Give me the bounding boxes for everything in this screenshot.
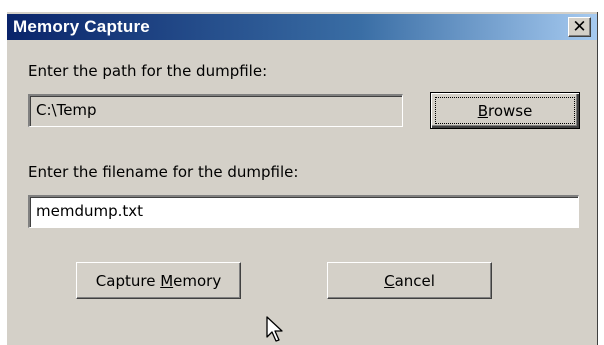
top-page-strip (0, 0, 604, 12)
memory-capture-dialog: Memory Capture ✕ Enter the path for the … (6, 12, 598, 345)
close-icon: ✕ (572, 17, 587, 37)
cancel-button-label: Cancel (384, 271, 435, 290)
mouse-pointer-icon (266, 316, 283, 342)
capture-memory-button-label: Capture Memory (95, 271, 222, 290)
path-field: C:\Temp (28, 94, 403, 127)
filename-label: Enter the filename for the dumpfile: (28, 163, 299, 181)
path-label: Enter the path for the dumpfile: (28, 62, 268, 80)
capture-memory-button[interactable]: Capture Memory (76, 262, 241, 299)
cancel-button[interactable]: Cancel (327, 262, 492, 299)
browse-button-label: Browse (477, 101, 533, 120)
title-bar: Memory Capture ✕ (7, 14, 597, 40)
close-button[interactable]: ✕ (568, 17, 591, 37)
filename-input[interactable]: memdump.txt (28, 195, 579, 228)
browse-button[interactable]: Browse (430, 92, 580, 129)
window-title: Memory Capture (13, 17, 150, 36)
